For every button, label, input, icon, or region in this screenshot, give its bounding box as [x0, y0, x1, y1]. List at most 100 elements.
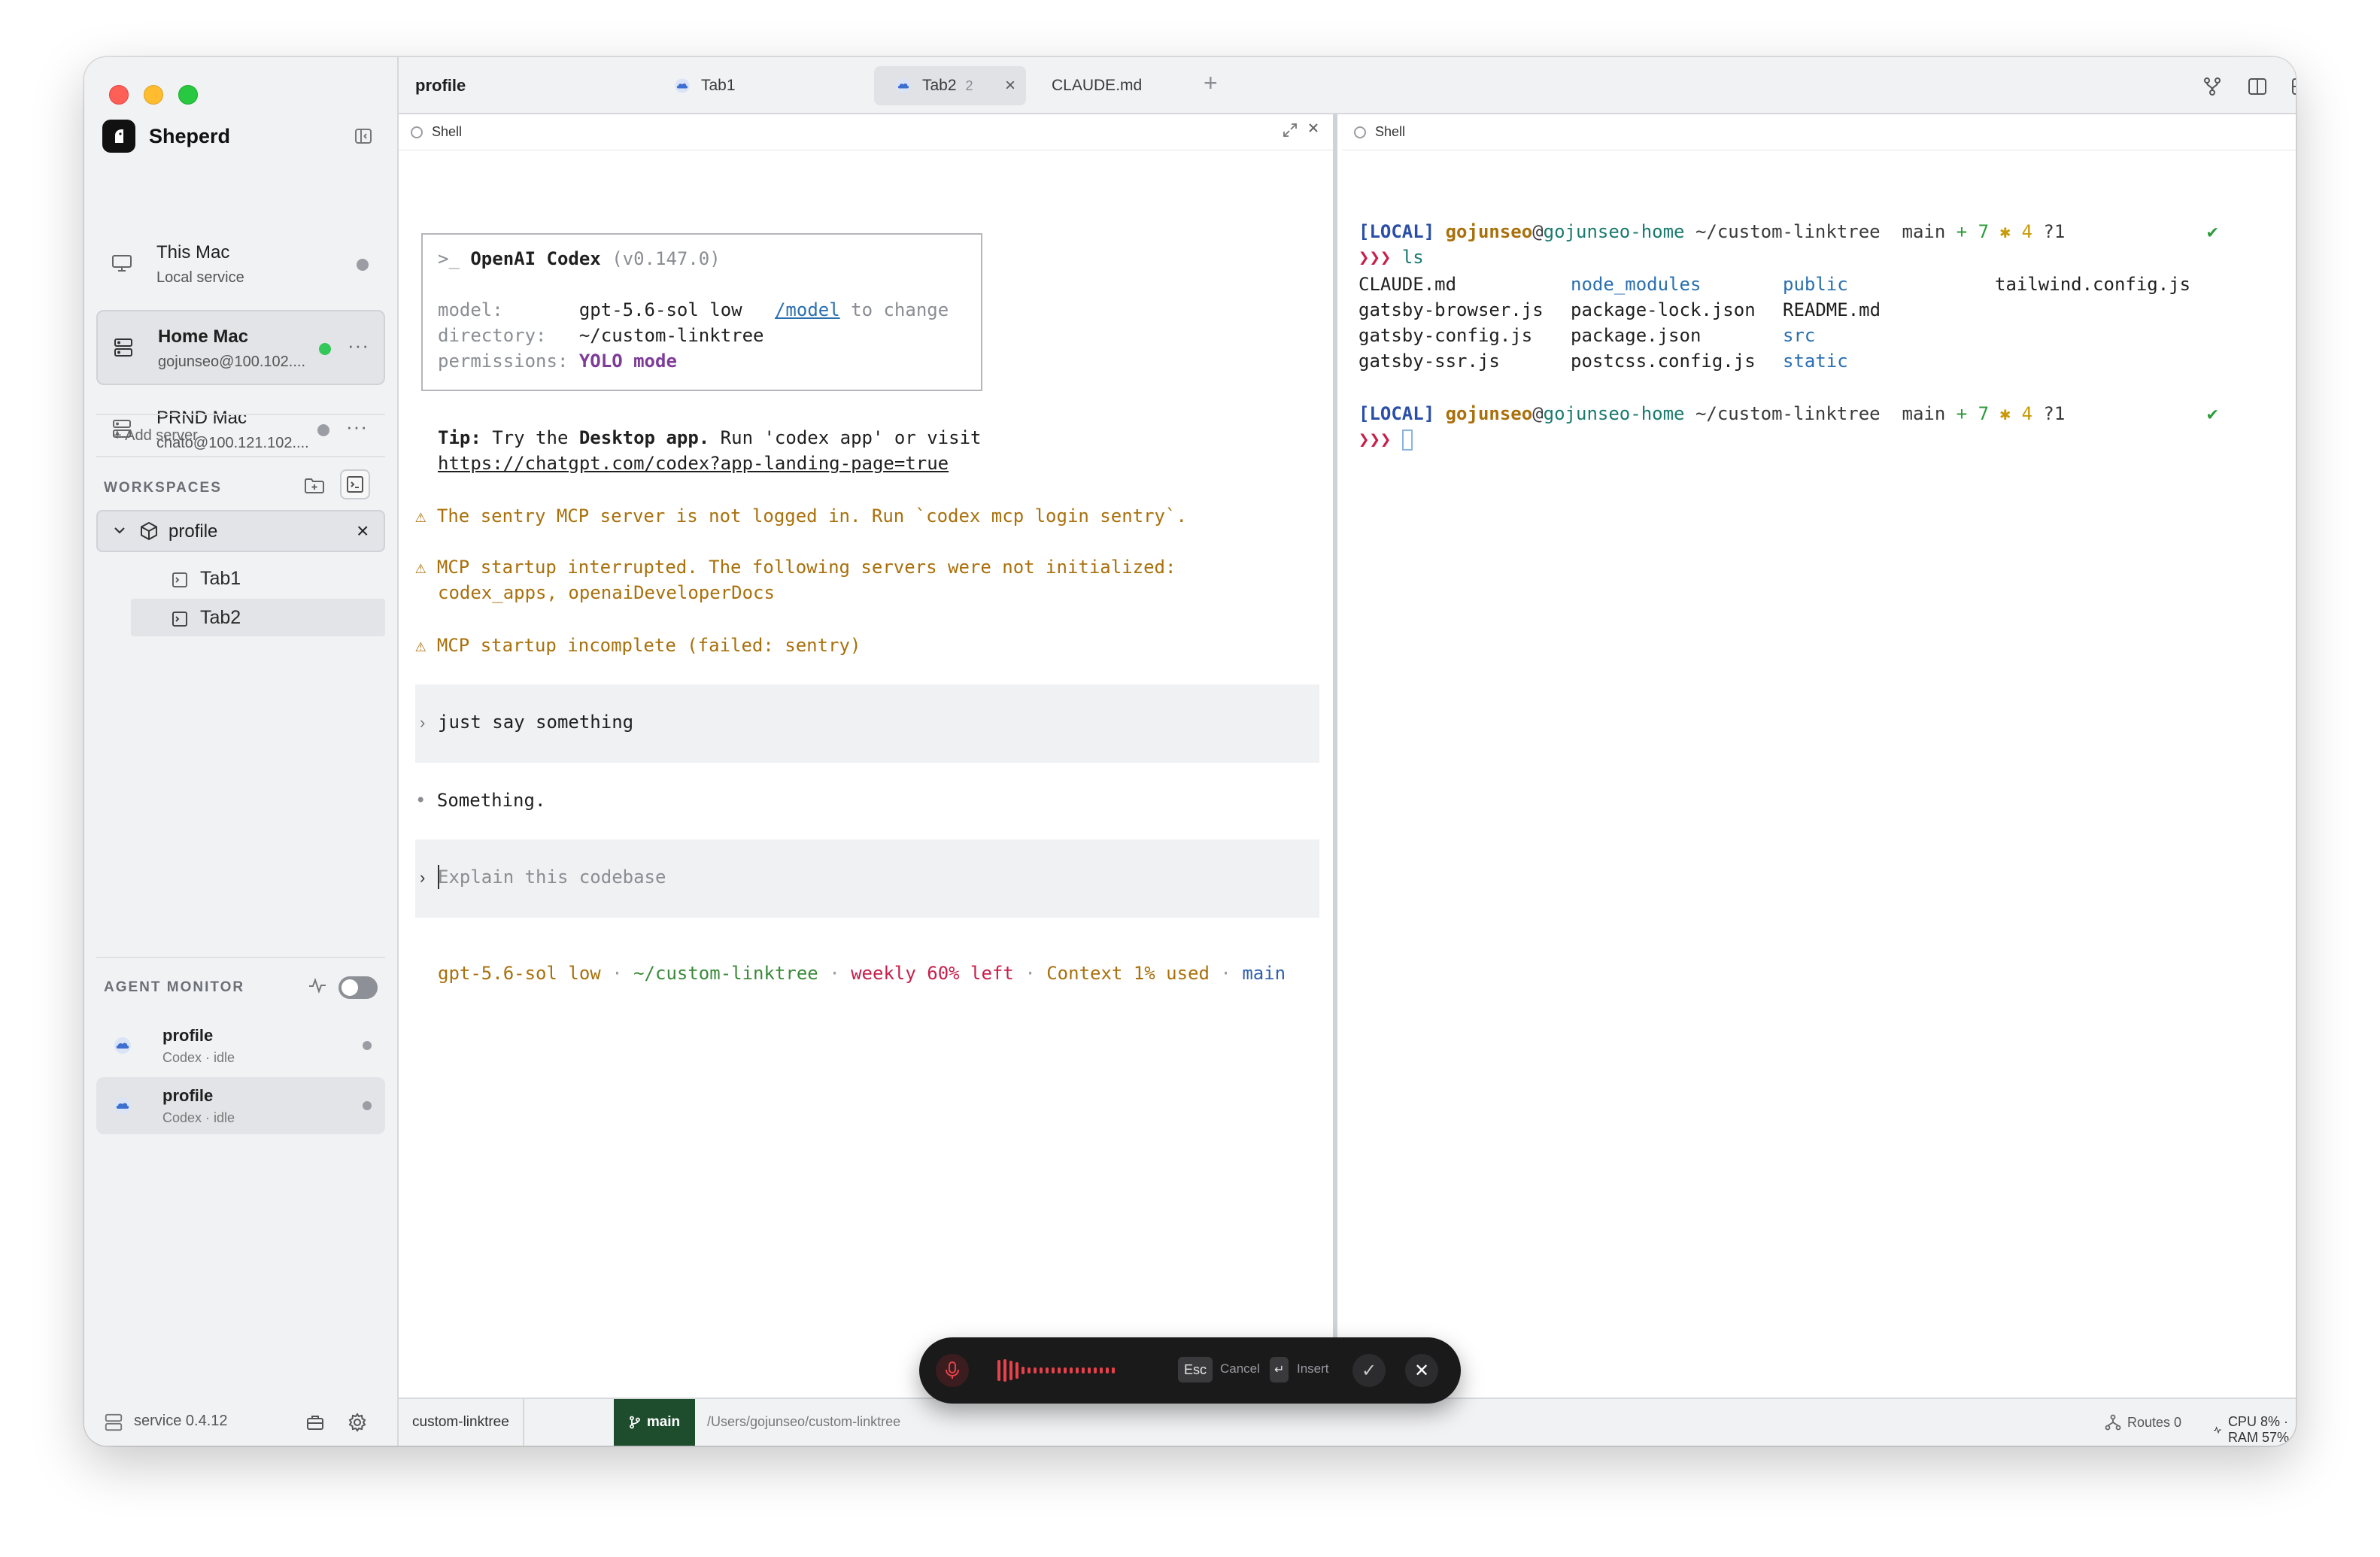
- directory-key: directory:: [438, 325, 547, 346]
- agent-item[interactable]: profile Codex · idle: [96, 1017, 385, 1074]
- briefcase-icon[interactable]: [302, 1410, 328, 1435]
- agent-status-dot: [363, 1041, 372, 1050]
- model-value: gpt-5.6-sol low: [578, 299, 742, 320]
- cpu-ram-indicator: CPU 8% · RAM 57%: [2213, 1414, 2296, 1446]
- sidebar-footer: service 0.4.12: [84, 1396, 399, 1446]
- close-tab-button[interactable]: ×: [1005, 75, 1015, 96]
- collapse-sidebar-icon[interactable]: [351, 123, 376, 149]
- ls-file: postcss.config.js: [1571, 351, 1756, 372]
- server-more-button[interactable]: ···: [346, 415, 368, 439]
- codex-pane[interactable]: Shell >_ OpenAI Codex (v0.147.0) model: …: [399, 114, 1337, 1398]
- esc-key: Esc: [1178, 1357, 1213, 1382]
- confirm-check-button[interactable]: ✓: [1352, 1354, 1386, 1387]
- workspace-title: profile: [415, 76, 466, 95]
- pane-title: Shell: [432, 124, 463, 139]
- model-hint: to change: [851, 299, 949, 320]
- zoom-window-button[interactable]: [178, 85, 198, 105]
- footer-workspace[interactable]: custom-linktree: [399, 1399, 524, 1446]
- shell-prompt-line: [LOCAL] gojunseo@gojunseo-home ~/custom-…: [1358, 221, 2066, 242]
- status-model: gpt-5.6-sol low: [438, 963, 601, 984]
- sidebar: Sheperd This Mac Local service Home Mac …: [84, 57, 399, 1446]
- new-terminal-icon[interactable]: [340, 469, 370, 499]
- status-bar: custom-linktree main /Users/gojunseo/cus…: [399, 1398, 2296, 1446]
- cancel-label[interactable]: Cancel: [1220, 1361, 1260, 1376]
- text-cursor: [438, 865, 439, 889]
- workspace-name: profile: [168, 521, 218, 542]
- tip-url[interactable]: https://chatgpt.com/codex?app-landing-pa…: [438, 453, 949, 474]
- agent-status: Codex · idle: [162, 1110, 235, 1125]
- footer-branch[interactable]: main: [614, 1399, 695, 1446]
- brand: Sheperd: [102, 119, 230, 153]
- close-voice-button[interactable]: ✕: [1405, 1354, 1438, 1387]
- agent-item[interactable]: profile Codex · idle: [96, 1077, 385, 1134]
- tab-tab1[interactable]: Tab1: [653, 66, 766, 105]
- routes-indicator[interactable]: Routes 0: [2105, 1414, 2181, 1431]
- warning-line: codex_apps, openaiDeveloperDocs: [438, 582, 775, 603]
- codex-status-line: gpt-5.6-sol low · ~/custom-linktree · we…: [438, 963, 1286, 984]
- split-horizontal-icon[interactable]: [2288, 74, 2296, 99]
- workspace-profile[interactable]: profile ×: [96, 510, 385, 552]
- waveform-bar: [1112, 1367, 1115, 1373]
- prompt-success-check: ✔: [2207, 403, 2218, 424]
- cloud-icon: [111, 1036, 134, 1058]
- waveform-bar: [1046, 1367, 1049, 1373]
- server-subtitle: Local service: [156, 269, 244, 286]
- input-placeholder[interactable]: Explain this codebase: [438, 867, 666, 888]
- tip-text: Run 'codex app' or visit: [709, 427, 982, 448]
- cloud-icon: [111, 1097, 134, 1118]
- microphone-icon[interactable]: [936, 1354, 969, 1387]
- server-home-mac[interactable]: Home Mac gojunseo@100.102.... ···: [96, 310, 385, 385]
- reply-bullet: •: [415, 790, 427, 811]
- server-this-mac[interactable]: This Mac Local service: [96, 227, 385, 302]
- add-server-button[interactable]: + Add server: [113, 427, 198, 445]
- close-workspace-button[interactable]: ×: [357, 519, 369, 543]
- insert-label[interactable]: Insert: [1297, 1361, 1329, 1376]
- tab-tab2[interactable]: Tab2 2 ×: [874, 66, 1026, 105]
- shell-input-line[interactable]: ❯❯❯: [1358, 429, 1413, 451]
- agent-monitor-toggle[interactable]: [338, 976, 378, 999]
- server-more-button[interactable]: ···: [348, 334, 369, 357]
- model-key: model:: [438, 299, 503, 320]
- split-vertical-icon[interactable]: [2245, 74, 2270, 99]
- settings-gear-icon[interactable]: [345, 1410, 370, 1435]
- git-branches-icon[interactable]: [2199, 74, 2225, 99]
- footer-path: /Users/gojunseo/custom-linktree: [707, 1414, 901, 1429]
- new-folder-icon[interactable]: [299, 471, 329, 501]
- close-pane-icon[interactable]: [1306, 120, 1321, 140]
- monitor-icon: [110, 251, 134, 275]
- workspace-tab-item[interactable]: Tab1: [131, 560, 385, 597]
- waveform-bar: [1028, 1367, 1031, 1373]
- codex-input[interactable]: › Explain this codebase: [415, 839, 1319, 918]
- server-rack-icon: [104, 1413, 123, 1436]
- add-tab-button[interactable]: +: [1204, 69, 1218, 97]
- model-link[interactable]: /model: [775, 299, 840, 320]
- server-status-dot: [317, 424, 329, 436]
- server-name: PRND Mac: [156, 408, 247, 428]
- ls-file: package-lock.json: [1571, 299, 1756, 320]
- workspace-tab-item[interactable]: Tab2: [131, 599, 385, 636]
- routes-label: Routes 0: [2127, 1414, 2182, 1430]
- warning-line: ⚠ The sentry MCP server is not logged in…: [415, 505, 1187, 527]
- server-subtitle: gojunseo@100.102....: [158, 354, 306, 370]
- server-rack-icon: [111, 335, 135, 360]
- shell-pane[interactable]: Shell [LOCAL] gojunseo@gojunseo-home ~/c…: [1342, 114, 2296, 1398]
- tab-claude-md[interactable]: CLAUDE.md: [1044, 66, 1142, 105]
- close-window-button[interactable]: [109, 85, 129, 105]
- waveform-bar: [1009, 1361, 1012, 1380]
- status-weekly: weekly 60% left: [851, 963, 1014, 984]
- status-context: Context 1% used: [1046, 963, 1210, 984]
- app-name: Sheperd: [149, 124, 231, 147]
- minimize-window-button[interactable]: [144, 85, 163, 105]
- tab-bar: profile Tab1 Tab2 2 × CLAUDE.md +: [399, 57, 2296, 114]
- agent-name: profile: [162, 1026, 214, 1045]
- user-message: › just say something: [415, 684, 1319, 763]
- ls-file: gatsby-ssr.js: [1358, 351, 1500, 372]
- ls-file: gatsby-config.js: [1358, 325, 1533, 346]
- audio-waveform: [997, 1358, 1115, 1382]
- tab-label: Tab2: [200, 607, 241, 628]
- ls-file: package.json: [1571, 325, 1702, 346]
- ls-file: tailwind.config.js: [1995, 274, 2191, 295]
- expand-icon[interactable]: [1282, 122, 1298, 143]
- chevron-down-icon[interactable]: [111, 522, 128, 542]
- terminal-icon: [172, 572, 188, 592]
